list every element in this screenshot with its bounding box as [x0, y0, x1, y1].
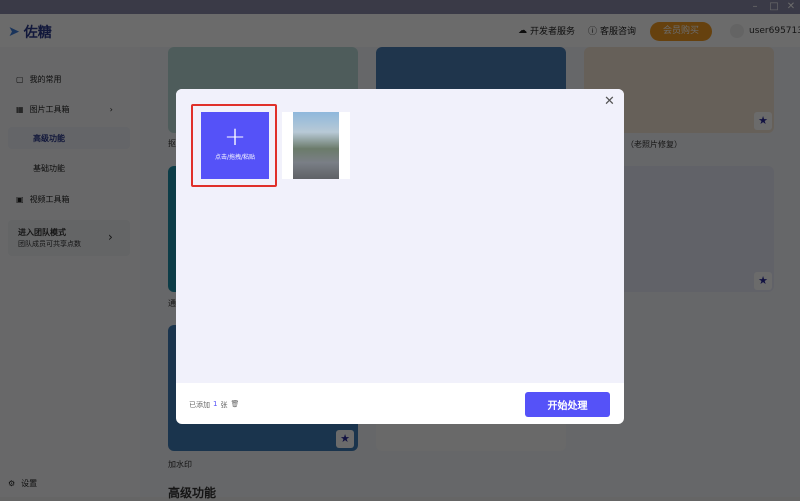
support-label: 客服咨询 — [600, 27, 637, 37]
chevron-right-icon: › — [108, 230, 113, 244]
added-count: 已添加 1 张 🗑 — [189, 400, 239, 410]
plus-icon: + — [224, 122, 246, 152]
favorites-icon: ▢ — [16, 75, 24, 84]
sidebar-item-label: 视频工具箱 — [29, 195, 70, 204]
grid-icon: ▦ — [16, 105, 24, 114]
image-thumbnail[interactable] — [282, 112, 350, 179]
star-icon[interactable]: ★ — [754, 272, 772, 290]
star-icon[interactable]: ★ — [754, 112, 772, 130]
app-name: 佐糖 — [23, 25, 52, 41]
title-bar — [0, 0, 800, 14]
minimize-button[interactable]: – — [746, 0, 764, 14]
maximize-button[interactable]: □ — [765, 0, 783, 14]
start-processing-button[interactable]: 开始处理 — [525, 392, 610, 417]
upload-dialog: ✕ + 点击/拖拽/粘贴 已添加 1 张 🗑 开始处理 — [176, 89, 624, 424]
settings-label: 设置 — [21, 479, 38, 488]
sidebar-item-video-tools[interactable]: ▣ 视频工具箱 — [16, 194, 70, 205]
thumbnail-image — [293, 112, 339, 179]
trash-icon[interactable]: 🗑 — [230, 400, 239, 410]
card-label: 抠 — [168, 139, 176, 148]
app-logo[interactable]: ➤ 佐糖 — [8, 22, 52, 42]
upload-label: 点击/拖拽/粘贴 — [214, 154, 256, 161]
section-heading: 高级功能 — [168, 486, 217, 500]
sidebar-item-favorites[interactable]: ▢ 我的常用 — [16, 74, 62, 85]
username[interactable]: user695713 — [749, 26, 800, 36]
developer-link[interactable]: ☁ 开发者服务 — [518, 24, 576, 38]
sidebar-item-label: 我的常用 — [29, 75, 62, 84]
sidebar-item-image-tools[interactable]: ▦ 图片工具箱 › — [16, 104, 113, 115]
team-subtitle: 团队成员可共享点数 — [18, 240, 81, 248]
chevron-right-icon: › — [109, 105, 113, 114]
sidebar-item-advanced[interactable]: 高级功能 — [33, 133, 65, 144]
sidebar-active-bg — [8, 127, 130, 149]
star-icon[interactable]: ★ — [336, 430, 354, 448]
logo-icon: ➤ — [8, 24, 20, 40]
avatar[interactable] — [730, 24, 744, 38]
card-label: 通 — [168, 299, 176, 308]
help-icon: ⓘ — [588, 27, 598, 37]
added-prefix: 已添加 — [189, 401, 210, 409]
vip-button[interactable]: 会员购买 — [650, 22, 712, 41]
cloud-icon: ☁ — [518, 25, 527, 36]
sidebar-item-basic[interactable]: 基础功能 — [33, 163, 65, 174]
added-suffix: 张 — [220, 401, 228, 409]
developer-label: 开发者服务 — [530, 27, 576, 37]
card-label: （老照片修复） — [626, 140, 682, 149]
support-link[interactable]: ⓘ 客服咨询 — [588, 24, 636, 37]
sidebar-item-label: 图片工具箱 — [29, 105, 70, 114]
team-title: 进入团队模式 — [18, 228, 66, 237]
close-window-button[interactable]: ✕ — [782, 0, 800, 14]
settings-button[interactable]: ⚙ 设置 — [8, 478, 37, 489]
gear-icon: ⚙ — [8, 479, 16, 488]
upload-button[interactable]: + 点击/拖拽/粘贴 — [201, 112, 269, 179]
close-icon[interactable]: ✕ — [604, 94, 615, 109]
team-mode-card[interactable]: 进入团队模式 团队成员可共享点数 › — [8, 220, 130, 256]
card-label: 加水印 — [168, 460, 192, 469]
added-number: 1 — [213, 400, 218, 408]
video-icon: ▣ — [16, 195, 24, 204]
